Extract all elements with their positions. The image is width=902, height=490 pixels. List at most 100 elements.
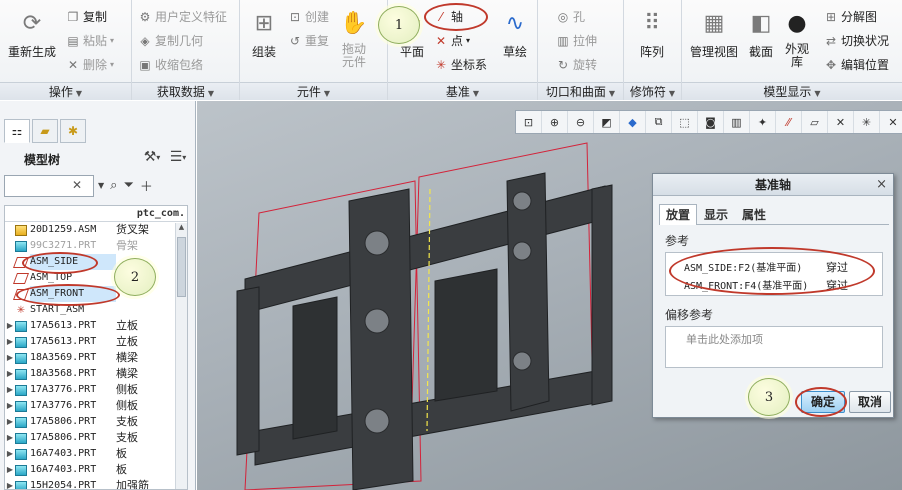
show-button[interactable]: ☰ ▾ xyxy=(167,147,189,167)
scroll-thumb[interactable] xyxy=(177,237,186,297)
assemble-button[interactable]: ⊞ 组装 xyxy=(244,6,284,60)
group-label-get-data[interactable]: 获取数据 ▼ xyxy=(132,82,239,100)
tab-placement[interactable]: 放置 xyxy=(659,204,698,225)
tree-row[interactable]: 20D1259.ASM 货叉架 xyxy=(5,222,187,238)
tree-item-description: 支板 xyxy=(116,431,138,444)
point-button[interactable]: ✕ 点 ▾ xyxy=(434,32,470,49)
tree-row[interactable]: ▶ 18A3569.PRT 横梁 xyxy=(5,350,187,366)
group-component: ⊞ 组装 ⊡ 创建 ↺ 重复 ✋ 拖动元件 元件 ▼ xyxy=(240,0,388,100)
paste-icon: ▤ xyxy=(67,33,79,48)
tree-row[interactable]: ▶ 17A5806.PRT 支板 xyxy=(5,414,187,430)
tree-item-description: 骨架 xyxy=(116,239,138,252)
cancel-button[interactable]: 取消 xyxy=(849,391,891,413)
binoculars-icon[interactable]: ⌕ xyxy=(110,178,117,193)
chevron-down-icon: ▼ xyxy=(472,89,480,98)
manage-views-button[interactable]: ▦ 管理视图 xyxy=(686,6,742,60)
scroll-up-icon[interactable]: ▲ xyxy=(176,223,187,235)
edit-position-button[interactable]: ✥ 编辑位置 xyxy=(824,56,889,73)
tree-row[interactable]: ▶ 17A3776.PRT 侧板 xyxy=(5,398,187,414)
tree-row[interactable]: ▶ 16A7403.PRT 板 xyxy=(5,462,187,478)
copy-button[interactable]: ❐ 复制 xyxy=(66,8,107,25)
expand-icon[interactable]: ▶ xyxy=(5,430,15,446)
paste-button[interactable]: ▤ 粘贴 ▾ xyxy=(66,32,114,49)
group-label-operations[interactable]: 操作 ▼ xyxy=(0,82,131,100)
edit-position-icon: ✥ xyxy=(825,57,837,72)
tree-row[interactable]: ▶ 16A7403.PRT 板 xyxy=(5,446,187,462)
explode-view-button[interactable]: ⊞ 分解图 xyxy=(824,8,877,25)
shrinkwrap-button[interactable]: ▣ 收缩包络 xyxy=(138,56,203,73)
csys-icon: ✳ xyxy=(435,57,447,72)
group-label-cuts-surfaces[interactable]: 切口和曲面 ▼ xyxy=(538,82,623,100)
expand-icon[interactable]: ▶ xyxy=(5,478,15,489)
sketch-button[interactable]: ∿ 草绘 xyxy=(496,6,534,60)
tree-item-name: 17A5613.PRT xyxy=(30,336,97,347)
repeat-button[interactable]: ↺ 重复 xyxy=(288,32,329,49)
part-icon xyxy=(15,416,27,428)
explode-icon: ⊞ xyxy=(825,9,837,24)
section-button[interactable]: ◧ 截面 xyxy=(744,6,778,60)
revolve-icon: ↻ xyxy=(557,57,569,72)
csys-button[interactable]: ✳ 坐标系 xyxy=(434,56,487,73)
assembly-icon xyxy=(15,224,27,236)
expand-icon[interactable]: ▶ xyxy=(5,462,15,478)
create-button[interactable]: ⊡ 创建 xyxy=(288,8,329,25)
revolve-button[interactable]: ↻ 旋转 xyxy=(556,56,597,73)
expand-icon[interactable]: ▶ xyxy=(5,366,15,382)
offset-references-field[interactable]: 单击此处添加项 xyxy=(665,326,883,368)
tree-icon: ⚏ xyxy=(11,124,23,138)
clear-icon[interactable]: ✕ xyxy=(72,178,82,192)
udf-icon: ⚙ xyxy=(139,9,151,24)
tree-row[interactable]: ✳ START_ASM xyxy=(5,302,187,318)
tree-item-description: 侧板 xyxy=(116,383,138,396)
tree-row[interactable]: ▶ 17A5613.PRT 立板 xyxy=(5,334,187,350)
hole-icon: ◎ xyxy=(557,9,569,24)
drag-component-button[interactable]: ✋ 拖动元件 xyxy=(336,6,372,69)
expand-icon[interactable]: ▶ xyxy=(5,398,15,414)
manage-views-icon: ▦ xyxy=(703,10,725,36)
tab-model-tree[interactable]: ⚏ xyxy=(4,119,30,143)
fork-carriage-model xyxy=(236,172,613,490)
tree-row[interactable]: ▶ 17A3776.PRT 侧板 xyxy=(5,382,187,398)
delete-button[interactable]: ✕ 删除 ▾ xyxy=(66,56,114,73)
regenerate-button[interactable]: ⟳ 重新生成 xyxy=(4,6,60,60)
expand-icon[interactable]: ▶ xyxy=(5,350,15,366)
group-label-model-display[interactable]: 模型显示 ▼ xyxy=(682,82,902,100)
tab-display[interactable]: 显示 xyxy=(697,204,735,224)
tab-properties[interactable]: 属性 xyxy=(735,204,773,224)
tree-scrollbar[interactable]: ▲ xyxy=(175,223,187,489)
extrude-button[interactable]: ▥ 拉伸 xyxy=(556,32,597,49)
group-label-modifiers[interactable]: 修饰符 ▼ xyxy=(624,82,681,100)
tree-row[interactable]: ASM_TOP xyxy=(5,270,187,286)
group-label-component[interactable]: 元件 ▼ xyxy=(240,82,387,100)
expand-icon[interactable]: ▶ xyxy=(5,446,15,462)
graphics-viewport[interactable]: ⊡ ⊕ ⊖ ◩ ◆ ⧉ ⬚ ◙ ▥ ✦ ⁄⁄ ▱ ✕ ✳ ✕ 基准轴 × 放置 … xyxy=(197,101,902,490)
group-label-datum[interactable]: 基准 ▼ xyxy=(388,82,537,100)
expand-icon[interactable]: ▶ xyxy=(5,414,15,430)
dropdown-icon[interactable]: ▼ xyxy=(98,181,104,190)
pattern-button[interactable]: ⠿ 阵列 xyxy=(632,6,672,60)
tree-row[interactable]: ▶ 17A5613.PRT 立板 xyxy=(5,318,187,334)
settings-button[interactable]: ⚒ ▾ xyxy=(141,147,163,167)
expand-icon[interactable]: ▶ xyxy=(5,382,15,398)
hole-button[interactable]: ◎ 孔 xyxy=(556,8,585,25)
tab-favorites[interactable]: ✱ xyxy=(60,119,86,143)
datum-plane-icon xyxy=(12,272,30,284)
udf-button[interactable]: ⚙ 用户定义特征 xyxy=(138,8,227,25)
tree-item-name: 18A3569.PRT xyxy=(30,352,97,363)
offset-references-label: 偏移参考 xyxy=(665,308,714,322)
tree-row[interactable]: 99C3271.PRT 骨架 xyxy=(5,238,187,254)
chevron-down-icon: ▼ xyxy=(323,89,331,98)
expand-icon[interactable]: ▶ xyxy=(5,334,15,350)
tree-row[interactable]: ▶ 18A3568.PRT 横梁 xyxy=(5,366,187,382)
tab-folder-browser[interactable]: ▰ xyxy=(32,119,58,143)
expand-icon[interactable]: ▶ xyxy=(5,318,15,334)
add-icon[interactable]: ＋ xyxy=(140,176,153,195)
appearance-library-button[interactable]: ● 外观库 xyxy=(780,6,814,69)
tree-row[interactable]: ▶ 15H2054.PRT 加强筋 xyxy=(5,478,187,489)
extrude-icon: ▥ xyxy=(557,33,569,48)
toggle-state-button[interactable]: ⇄ 切换状况 xyxy=(824,32,889,49)
filter-icon[interactable]: ⏷ xyxy=(123,178,133,193)
close-icon[interactable]: × xyxy=(876,174,887,196)
tree-row[interactable]: ▶ 17A5806.PRT 支板 xyxy=(5,430,187,446)
copy-geometry-button[interactable]: ◈ 复制几何 xyxy=(138,32,203,49)
